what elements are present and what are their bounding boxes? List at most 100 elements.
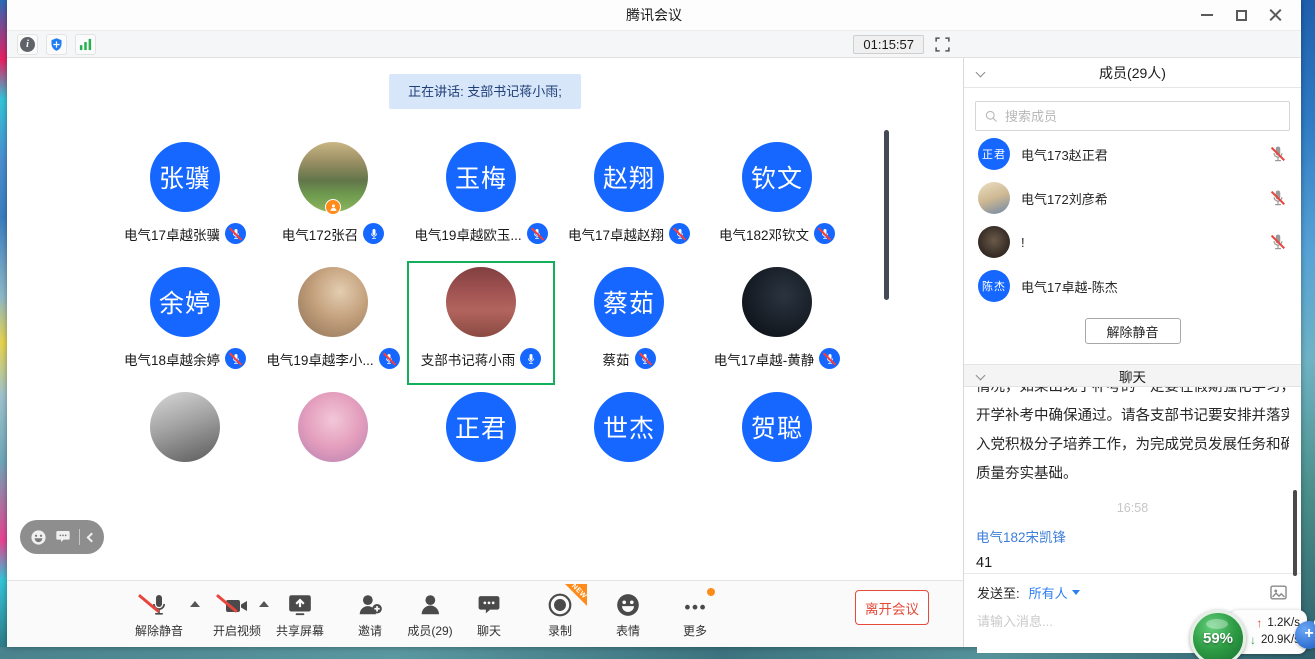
avatar: 张骥 <box>150 142 220 212</box>
participant-tile[interactable]: 钦文 电气182邓钦文 <box>703 142 851 244</box>
mic-muted-icon <box>669 223 690 244</box>
avatar-initials: 正君 <box>455 409 507 445</box>
avatar: 赵翔 <box>594 142 664 212</box>
avatar-initials: 张骥 <box>159 159 211 195</box>
unmute-button[interactable]: 解除静音 <box>1085 318 1181 344</box>
member-mic-muted-icon <box>1269 233 1287 251</box>
mic-options-arrow[interactable] <box>190 601 200 607</box>
chat-timestamp: 16:58 <box>976 501 1289 515</box>
avatar: 贺聪 <box>742 392 812 462</box>
meeting-toolbar: 解除静音 开启视频 共享屏幕 邀请 成员(29) <box>7 580 963 647</box>
members-title: 成员(29人) <box>964 63 1301 83</box>
meeting-info-button[interactable]: i <box>17 34 38 55</box>
participant-tile[interactable]: 张骥 电气17卓越张骥 <box>111 142 259 244</box>
mic-muted-icon <box>814 223 835 244</box>
chat-messages[interactable]: 情况，如果出现了补考的一定要在假期强化学习，在 开学补考中确保通过。请各支部书记… <box>964 387 1301 573</box>
member-name: 电气17卓越-陈杰 <box>1021 277 1287 296</box>
participant-tile-active-speaker[interactable]: 支部书记蒋小雨 <box>407 261 555 385</box>
chat-scrollbar[interactable] <box>1293 490 1297 576</box>
maximize-button[interactable] <box>1227 0 1255 30</box>
optimizer-percent: 59% <box>1203 630 1233 647</box>
toolbar-more-button[interactable]: 更多 <box>681 590 709 639</box>
unmute-row: 解除静音 <box>964 308 1301 354</box>
chat-message-text: 情况，如果出现了补考的一定要在假期强化学习，在 开学补考中确保通过。请各支部书记… <box>976 387 1289 489</box>
accelerator-plus-ball[interactable]: + <box>1295 621 1315 649</box>
participant-name: 电气19卓越李小... <box>266 349 373 369</box>
participant-tile[interactable] <box>259 392 407 462</box>
toolbar-members-button[interactable]: 成员(29) <box>407 590 452 639</box>
video-options-arrow[interactable] <box>259 601 269 607</box>
participant-tile[interactable]: 贺聪 <box>703 392 851 462</box>
pill-divider <box>79 529 80 545</box>
avatar: 玉梅 <box>446 142 516 212</box>
minimize-button[interactable] <box>1193 0 1221 30</box>
participant-tile[interactable]: 电气19卓越李小... <box>259 267 407 369</box>
toolbar-chat-button[interactable]: 聊天 <box>477 590 502 639</box>
security-button[interactable] <box>46 34 67 55</box>
toolbar-emoji-button[interactable]: 表情 <box>615 590 641 639</box>
avatar-initials: 余婷 <box>159 284 211 320</box>
mic-muted-icon <box>527 223 548 244</box>
participant-tile[interactable]: 正君 <box>407 392 555 462</box>
quick-chat-icon[interactable] <box>55 529 71 545</box>
toolbar-invite-button[interactable]: 邀请 <box>357 590 383 639</box>
participant-tile[interactable]: 世杰 <box>555 392 703 462</box>
send-image-button[interactable] <box>1269 583 1288 602</box>
floating-reaction-pill[interactable] <box>20 520 104 554</box>
participant-tile[interactable]: 蔡茹 蔡茹 <box>555 267 703 369</box>
mic-muted-icon <box>225 223 246 244</box>
avatar-photo <box>298 392 368 462</box>
mic-muted-icon <box>635 348 656 369</box>
participant-tile[interactable] <box>111 392 259 462</box>
member-avatar: 陈杰 <box>978 270 1010 302</box>
title-bar: 腾讯会议 <box>7 0 1301 30</box>
mic-muted-icon <box>819 348 840 369</box>
participant-name: 支部书记蒋小雨 <box>421 349 516 369</box>
ball-highlight <box>1206 619 1228 629</box>
avatar-initials: 钦文 <box>751 159 803 195</box>
participant-tile[interactable]: 电气17卓越-黄静 <box>703 267 851 369</box>
toolbar-share-screen-button[interactable]: 共享屏幕 <box>276 590 324 639</box>
optimizer-ball[interactable]: 59% <box>1190 610 1246 659</box>
avatar: 钦文 <box>742 142 812 212</box>
member-row[interactable]: 陈杰 电气17卓越-陈杰 <box>964 264 1301 308</box>
emoji-icon[interactable] <box>30 529 47 546</box>
member-avatar: 正君 <box>978 138 1010 170</box>
member-search-box[interactable] <box>975 101 1290 131</box>
member-search-input[interactable] <box>1005 109 1281 124</box>
fullscreen-icon[interactable] <box>934 36 951 53</box>
close-icon <box>1269 9 1282 22</box>
member-avatar-photo <box>978 226 1010 258</box>
leave-meeting-button[interactable]: 离开会议 <box>855 590 929 625</box>
toolbar-unmute-button[interactable]: 解除静音 <box>135 590 183 639</box>
member-row[interactable]: ! <box>964 220 1301 264</box>
shield-plus-icon <box>49 37 64 52</box>
member-mic-muted-icon <box>1269 189 1287 207</box>
meeting-topbar: i 01:15:57 <box>7 30 1301 58</box>
upload-speed: 1.2K/s <box>1267 617 1300 629</box>
member-row[interactable]: 正君 电气173赵正君 <box>964 132 1301 176</box>
desktop-edge-right <box>1301 0 1315 659</box>
avatar-photo <box>298 267 368 337</box>
participant-tile[interactable]: 玉梅 电气19卓越欧玉... <box>407 142 555 244</box>
avatar-photo <box>446 267 516 337</box>
member-name: 电气173赵正君 <box>1021 145 1269 164</box>
collapse-pill-icon[interactable] <box>86 532 96 542</box>
network-status-button[interactable] <box>75 34 96 55</box>
member-avatar-photo <box>978 182 1010 214</box>
toolbar-record-button[interactable]: NEW 录制 <box>547 590 573 639</box>
participant-tile[interactable]: 余婷 电气18卓越余婷 <box>111 267 259 369</box>
send-target-dropdown[interactable]: 所有人 <box>1029 583 1080 602</box>
avatar-photo <box>150 392 220 462</box>
video-grid-area: 正在讲话: 支部书记蒋小雨; 张骥 电气17卓越张骥 电气172张召 玉梅 电气… <box>7 58 963 647</box>
member-row[interactable]: 电气172刘彦希 <box>964 176 1301 220</box>
mobile-user-badge-icon <box>325 199 341 215</box>
participant-tile[interactable]: 电气172张召 <box>259 142 407 244</box>
participant-name: 电气17卓越赵翔 <box>568 224 664 244</box>
participant-tile[interactable]: 赵翔 电气17卓越赵翔 <box>555 142 703 244</box>
toolbar-start-video-button[interactable]: 开启视频 <box>213 590 261 639</box>
maximize-icon <box>1236 10 1247 21</box>
grid-scrollbar[interactable] <box>884 130 889 300</box>
close-button[interactable] <box>1261 0 1289 30</box>
meeting-window: 腾讯会议 i 01:15:57 正在讲话: 支部书记蒋小雨; <box>7 0 1301 647</box>
